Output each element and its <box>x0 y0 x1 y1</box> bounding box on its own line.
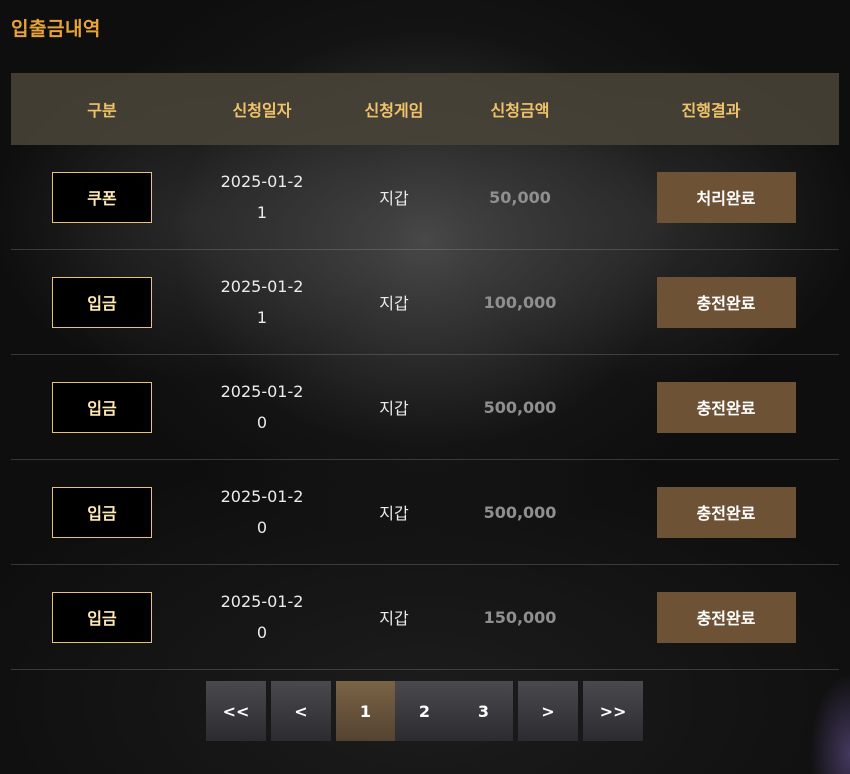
table-header: 구분 신청일자 신청게임 신청금액 진행결과 <box>11 73 839 145</box>
prev-page-button[interactable]: < <box>271 681 331 741</box>
request-date: 2025-01-20 <box>220 382 304 432</box>
status-badge: 처리완료 <box>656 171 796 223</box>
table-row: 입금 2025-01-20 지갑 500,000 충전완료 <box>11 460 839 565</box>
page-button-1[interactable]: 1 <box>336 681 395 741</box>
type-badge: 입금 <box>52 381 152 433</box>
request-amount: 100,000 <box>483 292 557 312</box>
last-page-button[interactable]: >> <box>583 681 643 741</box>
table-row: 입금 2025-01-20 지갑 150,000 충전완료 <box>11 565 839 670</box>
request-game: 지갑 <box>379 294 409 313</box>
request-game: 지갑 <box>379 504 409 523</box>
header-type: 구분 <box>87 101 117 120</box>
pagination: << < 1 2 3 > >> <box>206 681 643 741</box>
request-date: 2025-01-20 <box>220 592 304 642</box>
type-badge: 입금 <box>52 486 152 538</box>
status-badge: 충전완료 <box>656 486 796 538</box>
request-amount: 50,000 <box>489 187 551 207</box>
request-date: 2025-01-20 <box>220 487 304 537</box>
request-date: 2025-01-21 <box>220 277 304 327</box>
status-badge: 충전완료 <box>656 381 796 433</box>
type-badge: 입금 <box>52 591 152 643</box>
header-amount: 신청금액 <box>490 101 550 120</box>
type-badge: 쿠폰 <box>52 171 152 223</box>
transaction-table: 구분 신청일자 신청게임 신청금액 진행결과 쿠폰 2025-01-21 지갑 … <box>11 73 839 670</box>
page-button-3[interactable]: 3 <box>454 681 513 741</box>
request-game: 지갑 <box>379 189 409 208</box>
request-amount: 150,000 <box>483 607 557 627</box>
request-game: 지갑 <box>379 399 409 418</box>
header-status: 진행결과 <box>681 101 741 120</box>
request-date: 2025-01-21 <box>220 172 304 222</box>
page-title: 입출금내역 <box>11 18 101 40</box>
request-amount: 500,000 <box>483 502 557 522</box>
next-page-button[interactable]: > <box>518 681 578 741</box>
status-badge: 충전완료 <box>656 276 796 328</box>
header-date: 신청일자 <box>232 101 292 120</box>
table-row: 입금 2025-01-21 지갑 100,000 충전완료 <box>11 250 839 355</box>
type-badge: 입금 <box>52 276 152 328</box>
request-game: 지갑 <box>379 609 409 628</box>
background-glow <box>810 654 850 774</box>
table-row: 쿠폰 2025-01-21 지갑 50,000 처리완료 <box>11 145 839 250</box>
table-row: 입금 2025-01-20 지갑 500,000 충전완료 <box>11 355 839 460</box>
status-badge: 충전완료 <box>656 591 796 643</box>
request-amount: 500,000 <box>483 397 557 417</box>
page-button-2[interactable]: 2 <box>395 681 454 741</box>
header-game: 신청게임 <box>364 101 424 120</box>
first-page-button[interactable]: << <box>206 681 266 741</box>
